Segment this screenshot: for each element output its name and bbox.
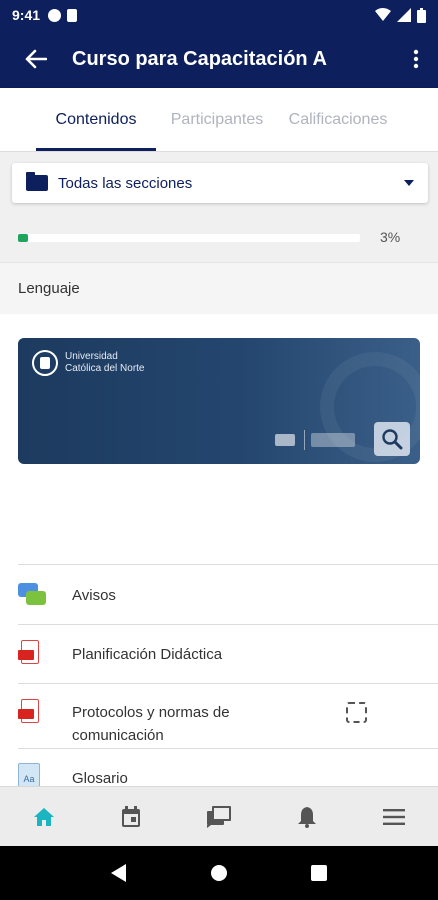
- app-bar: Curso para Capacitación A: [0, 30, 438, 88]
- nav-home[interactable]: [14, 787, 74, 847]
- battery-icon: [417, 7, 426, 23]
- activity-name: Planificación Didáctica: [72, 646, 223, 663]
- dropdown-arrow-icon: [404, 180, 414, 186]
- bottom-navigation: [0, 786, 438, 846]
- activity-name-line1: Protocolos y normas de: [72, 704, 230, 721]
- system-home-icon[interactable]: [210, 864, 228, 882]
- section-selector-label: Todas las secciones: [58, 174, 193, 192]
- activity-glosario[interactable]: Aa Glosario: [0, 749, 438, 786]
- course-progress-bar: [18, 234, 360, 242]
- section-selector[interactable]: Todas las secciones: [12, 163, 428, 203]
- activity-planificacion[interactable]: Planificación Didáctica: [0, 625, 438, 683]
- pdf-icon: [18, 699, 42, 725]
- course-progress-fill: [18, 234, 29, 242]
- university-logo-icon: [32, 350, 58, 376]
- folder-icon: [26, 172, 48, 191]
- list-divider: [18, 564, 438, 565]
- home-icon: [33, 807, 54, 826]
- tab-bar: Contenidos Participantes Calificaciones: [0, 88, 438, 152]
- nav-calendar[interactable]: [101, 787, 161, 847]
- nav-messages[interactable]: [189, 787, 249, 847]
- wifi-icon: [375, 8, 391, 21]
- banner-text-line1: Universidad: [65, 351, 118, 362]
- activity-name: Avisos: [72, 587, 116, 604]
- system-back-icon[interactable]: [111, 864, 127, 882]
- system-recents-icon[interactable]: [310, 865, 327, 881]
- accreditation-badge: [275, 430, 362, 450]
- sim-icon: [67, 8, 78, 22]
- bell-icon: [297, 806, 316, 828]
- nav-notifications[interactable]: [277, 787, 337, 847]
- banner-text-line2: Católica del Norte: [65, 363, 145, 374]
- status-time: 9:41: [12, 7, 41, 23]
- pdf-icon: [18, 640, 42, 666]
- glossary-icon: Aa: [18, 763, 40, 786]
- tab-contenidos[interactable]: Contenidos: [36, 88, 156, 151]
- back-button[interactable]: [0, 49, 72, 69]
- menu-icon: [383, 808, 406, 825]
- arrow-back-icon: [25, 49, 47, 69]
- more-options-button[interactable]: [394, 49, 438, 69]
- tab-participantes[interactable]: Participantes: [156, 88, 278, 151]
- page-title: Curso para Capacitación A: [72, 47, 327, 70]
- activity-name-line2: comunicación: [72, 727, 164, 744]
- course-banner: Universidad Católica del Norte: [18, 338, 420, 464]
- activity-protocolos[interactable]: Protocolos y normas de comunicación: [0, 684, 438, 748]
- messages-icon: [206, 805, 231, 828]
- system-navigation-bar: [0, 846, 438, 900]
- zoom-image-button[interactable]: [374, 422, 410, 456]
- nav-menu[interactable]: [364, 787, 424, 847]
- section-header: Lenguaje: [0, 262, 438, 314]
- tab-calificaciones[interactable]: Calificaciones: [278, 88, 398, 151]
- completion-checkbox[interactable]: [346, 702, 367, 723]
- search-icon: [382, 429, 403, 450]
- more-vert-icon: [413, 49, 419, 69]
- calendar-icon: [122, 805, 141, 827]
- signal-icon: [397, 8, 411, 22]
- notification-icon: [48, 8, 62, 22]
- status-bar: 9:41: [0, 0, 438, 30]
- activity-name: Glosario: [72, 770, 128, 786]
- forum-icon: [18, 581, 46, 607]
- activity-avisos[interactable]: Avisos: [0, 566, 438, 624]
- course-progress-label: 3%: [380, 229, 401, 245]
- activity-name: Protocolos y normas de comunicación: [72, 701, 230, 747]
